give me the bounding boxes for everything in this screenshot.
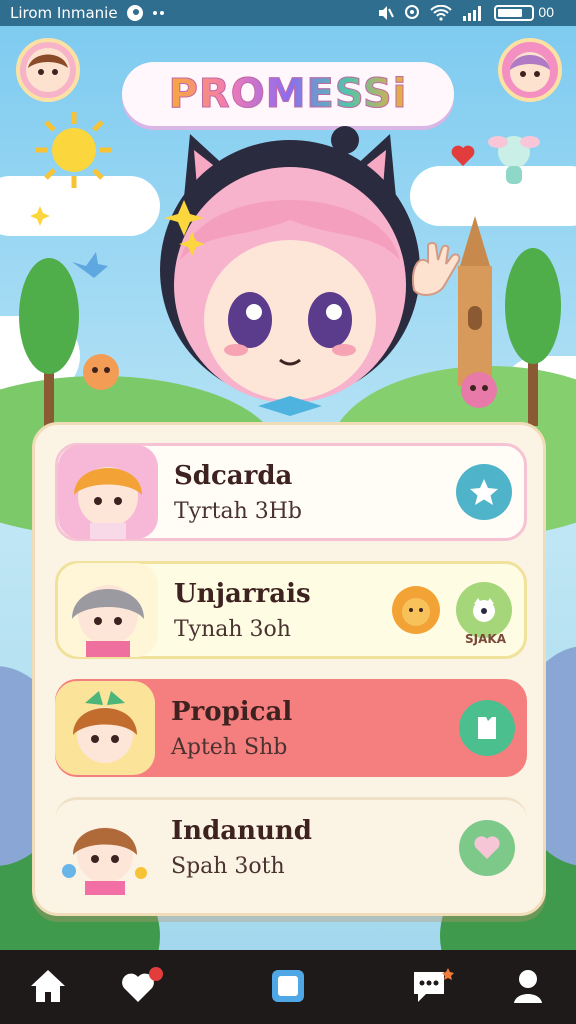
character-subtitle: Tyrtah 3Hb xyxy=(174,498,303,524)
profile-icon xyxy=(514,970,542,1003)
wifi-icon xyxy=(430,5,452,21)
mascot-character xyxy=(160,126,420,416)
bird-icon xyxy=(72,252,108,278)
character-subtitle: Apteh Shb xyxy=(171,734,288,760)
mute-icon xyxy=(379,6,394,20)
cute-animal-right-icon xyxy=(461,372,497,408)
list-item[interactable]: Indanund Spah 3oth xyxy=(55,797,527,895)
row-tag: SJAKA xyxy=(465,632,506,646)
character-subtitle: Tynah 3oh xyxy=(174,616,291,642)
character-name: Unjarrais xyxy=(174,578,311,609)
list-item[interactable]: Unjarrais Tynah 3oh SJAKA xyxy=(55,561,527,659)
status-title: Lirom Inmanie xyxy=(10,4,118,22)
right-corner-avatar[interactable] xyxy=(498,38,562,102)
character-name: Indanund xyxy=(171,816,312,846)
more-dots-icon xyxy=(152,11,164,15)
nav-favorites[interactable] xyxy=(120,964,164,1008)
nav-center[interactable] xyxy=(266,964,310,1008)
nav-home[interactable] xyxy=(26,964,70,1008)
home-icon xyxy=(31,970,65,1002)
logo-text: PROMESSi xyxy=(168,71,408,118)
battery-label: 00 xyxy=(538,4,554,20)
pet-button[interactable] xyxy=(456,582,512,638)
heart-decor-icon xyxy=(451,145,475,166)
chat-icon xyxy=(414,968,454,1002)
square-icon xyxy=(272,970,304,1002)
heart-icon xyxy=(474,835,500,859)
nav-messages[interactable] xyxy=(410,964,454,1008)
favorite-button[interactable] xyxy=(456,464,512,520)
fairy-icon xyxy=(488,136,540,184)
list-item[interactable]: Sdcarda Tyrtah 3Hb xyxy=(55,443,527,541)
sun-icon xyxy=(36,112,112,188)
lion-sticker-icon xyxy=(392,586,440,634)
character-avatar xyxy=(55,801,155,895)
character-avatar xyxy=(58,563,158,657)
location-icon xyxy=(405,5,419,19)
app-badge-icon xyxy=(126,5,143,21)
shirt-icon xyxy=(478,717,496,739)
bottom-navigation xyxy=(0,950,576,1024)
battery-icon: 00 xyxy=(494,4,554,21)
character-avatar xyxy=(58,445,158,539)
star-icon xyxy=(470,479,498,505)
left-corner-avatar[interactable] xyxy=(16,38,80,102)
sparkle-icon xyxy=(30,206,50,226)
wardrobe-button[interactable] xyxy=(459,700,515,756)
waving-hand-icon xyxy=(412,242,461,296)
status-bar: Lirom Inmanie 00 xyxy=(0,0,576,26)
cute-animal-left-icon xyxy=(83,354,119,390)
app-logo: PROMESSi xyxy=(122,62,454,126)
character-avatar xyxy=(55,681,155,775)
battery-fill xyxy=(498,9,522,17)
like-button[interactable] xyxy=(459,819,515,876)
character-list-card: Sdcarda Tyrtah 3Hb Unjarrais Tynah 3oh S… xyxy=(32,422,546,916)
list-item[interactable]: Propical Apteh Shb xyxy=(55,679,527,777)
character-name: Sdcarda xyxy=(174,460,293,491)
signal-icon xyxy=(463,6,481,21)
character-name: Propical xyxy=(171,696,293,727)
cat-face-icon xyxy=(473,598,495,622)
character-subtitle: Spah 3oth xyxy=(171,854,285,879)
heart-notification-icon xyxy=(122,967,163,1002)
nav-profile[interactable] xyxy=(506,964,550,1008)
